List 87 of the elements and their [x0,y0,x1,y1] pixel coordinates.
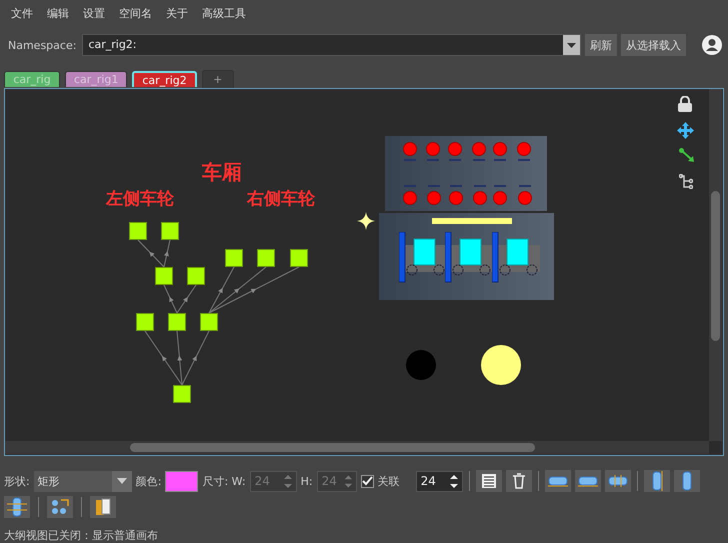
dropdown-button[interactable] [563,35,580,55]
wagon-drawing [492,232,540,285]
lock-icon[interactable] [678,96,692,112]
stack-icon [680,471,693,491]
mirror-icon [95,498,111,516]
stack-button[interactable] [644,470,670,492]
list-button[interactable] [476,470,502,492]
vertical-scrollbar[interactable] [709,89,722,441]
align-icon [578,475,598,487]
menu-item[interactable]: 空间名 [112,6,159,20]
picker-dot[interactable] [518,185,532,205]
menu-item[interactable]: 高级工具 [195,6,253,20]
wagon-drawing [445,232,493,285]
node[interactable] [155,267,173,285]
picker-dot[interactable] [449,185,463,205]
color-label: 颜色: [136,474,162,488]
align-center-button[interactable] [604,470,631,492]
align-icon [608,475,628,487]
sparkle-icon [357,212,375,230]
menu-item[interactable]: 关于 [159,6,195,20]
namespace-label: Namespace: [8,38,76,52]
dropdown-button[interactable] [112,470,132,492]
node[interactable] [173,385,191,403]
toolbar-button[interactable]: 从选择载入 [621,34,686,56]
node[interactable] [290,249,308,267]
toolbar-button[interactable]: 刷新 [585,34,617,56]
picker-dot[interactable] [473,185,487,205]
shape-label: 形状: [4,474,30,488]
picker-dot[interactable] [517,142,531,162]
picker-dot[interactable] [493,185,507,205]
caret-icon [116,478,127,484]
size-label: 尺寸: W: [202,474,246,488]
delete-button[interactable] [506,470,532,492]
shape-select[interactable]: 矩形 [34,470,132,492]
status-text: 大纲视图已关闭：显示普通画布 [3,528,159,543]
link-spinbox[interactable]: 24 [416,470,463,492]
horizontal-scrollbar[interactable] [5,441,709,454]
node[interactable] [187,267,205,285]
connector-line [176,284,196,314]
align-icon [548,475,568,487]
picker-dot[interactable] [448,142,462,162]
stack-center-button[interactable] [674,470,700,492]
namespace-combo[interactable]: car_rig2: [82,34,581,56]
align-button[interactable] [574,470,601,492]
connector-line [164,284,178,314]
picker-dot[interactable] [403,185,417,205]
circle-control[interactable] [481,345,521,385]
canvas-label: 右侧车轮 [247,188,315,210]
grid-icon [51,499,69,515]
color-swatch[interactable] [165,470,198,492]
slider-bar[interactable] [432,218,512,224]
link-label: 关联 [378,474,400,488]
picker-dot[interactable] [427,185,441,205]
caret-icon [567,42,576,48]
move-icon[interactable] [677,122,694,139]
trash-icon [512,473,526,489]
mirror-button[interactable] [90,496,116,518]
node[interactable] [161,222,179,240]
picker-dot[interactable] [426,142,440,162]
wagon-drawing [399,232,447,285]
hierarchy-icon[interactable] [679,174,693,189]
picker-dot[interactable] [472,142,486,162]
canvas-label: 左侧车轮 [106,188,174,210]
user-icon[interactable] [702,35,722,55]
link-checkbox[interactable] [360,474,374,488]
list-icon [480,473,497,489]
canvas-label: 车厢 [202,159,242,186]
node[interactable] [225,249,243,267]
stack-icon [7,497,27,517]
menu-item[interactable]: 文件 [4,6,40,20]
node[interactable] [257,249,275,267]
menu-item[interactable]: 设置 [76,6,112,20]
line-tool-icon[interactable] [679,148,694,162]
tab[interactable]: car_rig2 [132,71,197,87]
stack-icon [650,471,663,491]
menu-item[interactable]: 编辑 [40,6,76,20]
picker-dot[interactable] [403,142,417,162]
grid-button[interactable] [47,496,73,518]
node[interactable] [168,313,186,331]
picker-dot[interactable] [493,142,507,162]
node[interactable] [129,222,147,240]
height-label: H: [300,474,313,488]
stack-align-button[interactable] [4,496,30,518]
node[interactable] [136,313,154,331]
distribute-button[interactable] [544,470,571,492]
node[interactable] [200,313,218,331]
add-tab[interactable]: + [202,70,234,88]
